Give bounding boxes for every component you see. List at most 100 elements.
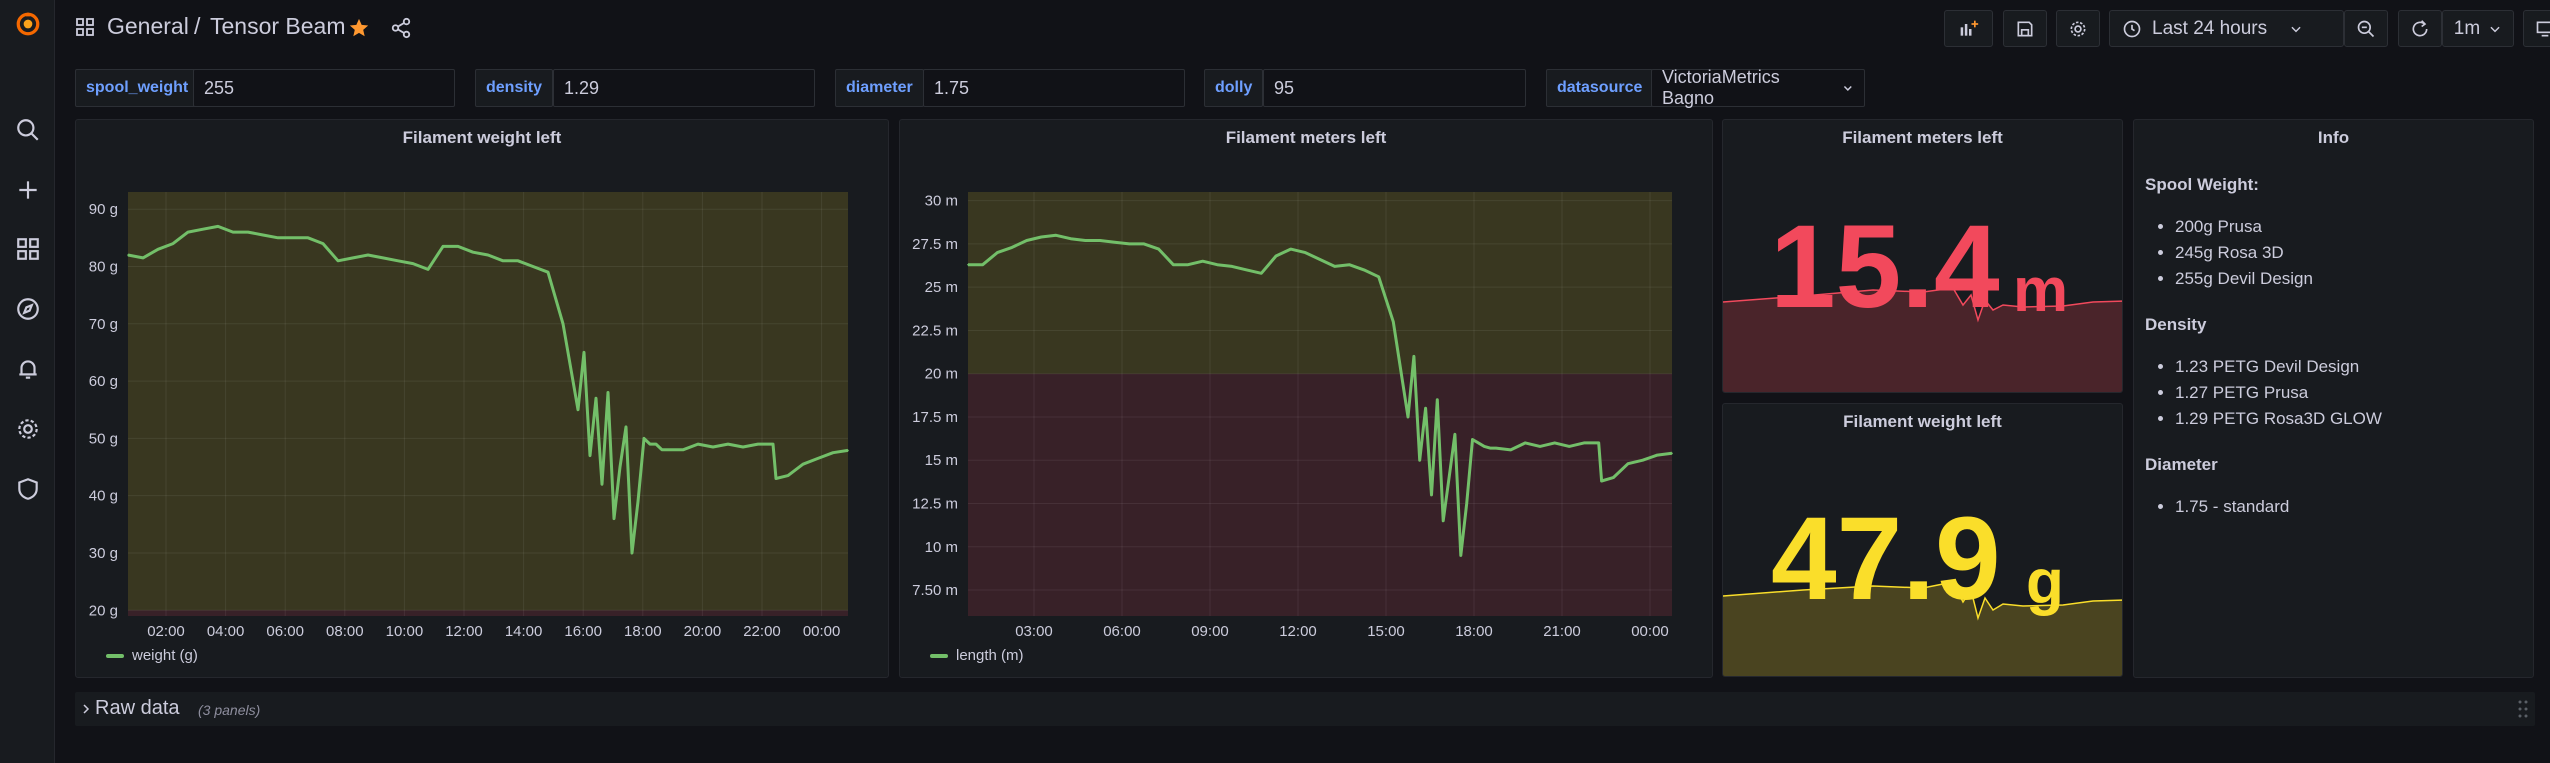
legend-item[interactable]: weight (g) <box>106 647 198 664</box>
data-point <box>1025 239 1028 242</box>
y-tick-label: 25 m <box>925 279 958 296</box>
settings-gear-icon[interactable] <box>0 409 55 449</box>
data-point <box>1612 476 1615 479</box>
breadcrumb-folder[interactable]: General <box>107 13 189 40</box>
data-point <box>1377 276 1380 278</box>
data-point <box>589 454 591 457</box>
clock-icon <box>2123 20 2141 37</box>
save-dashboard-button[interactable] <box>2003 10 2047 47</box>
breadcrumb-dashboard-title[interactable]: Tensor Beam <box>210 13 346 40</box>
data-point <box>1363 269 1365 271</box>
y-tick-label: 7.50 m <box>912 582 958 599</box>
x-tick-label: 12:00 <box>1279 623 1317 640</box>
refresh-interval-picker[interactable]: 1m <box>2442 10 2514 47</box>
data-point <box>1465 502 1468 505</box>
x-tick-label: 14:00 <box>505 623 543 640</box>
data-point <box>1436 398 1439 401</box>
time-range-label: Last 24 hours <box>2152 17 2268 39</box>
var-input-dolly[interactable]: 95 <box>1263 69 1526 107</box>
data-point <box>1392 320 1395 323</box>
panel-meters-timeseries[interactable]: Filament meters left 7.50 m 10 m 12.5 m 15 … <box>899 119 1713 678</box>
data-point <box>655 443 657 445</box>
search-icon[interactable] <box>0 110 55 150</box>
chevron-down-icon <box>1844 86 1853 91</box>
shield-icon[interactable] <box>0 469 55 509</box>
info-list-item: 1.75 - standard <box>2175 494 2382 520</box>
y-tick-label: 30 g <box>89 545 118 562</box>
data-point <box>1040 236 1043 238</box>
panel-weight-timeseries[interactable]: Filament weight left 20 g 30 g 40 g 50 g 60 … <box>75 119 889 678</box>
panel-meters-stat[interactable]: Filament meters left 15.4 m <box>1722 119 2123 393</box>
data-point <box>262 234 264 236</box>
row-subtitle: (3 panels) <box>198 702 261 718</box>
alerting-bell-icon[interactable] <box>0 349 55 389</box>
var-input-spool-weight[interactable]: 255 <box>193 69 455 107</box>
data-point <box>1084 239 1087 242</box>
time-range-picker[interactable]: Last 24 hours <box>2109 10 2344 47</box>
y-tick-label: 20 g <box>89 602 118 619</box>
view-mode-button[interactable] <box>2523 10 2550 47</box>
var-input-diameter[interactable]: 1.75 <box>923 69 1185 107</box>
data-point <box>1304 251 1307 254</box>
x-tick-label: 20:00 <box>684 623 722 640</box>
data-point <box>307 237 309 239</box>
chevron-down-icon <box>2291 26 2301 32</box>
panel-info[interactable]: Info Spool Weight: 200g Prusa 245g Rosa … <box>2133 119 2534 678</box>
data-point <box>1216 263 1219 266</box>
share-icon[interactable] <box>390 17 412 44</box>
data-point <box>1641 459 1644 462</box>
x-tick-label: 10:00 <box>386 623 424 640</box>
data-point <box>601 483 603 486</box>
var-label-spool-weight: spool_weight <box>75 69 200 107</box>
data-point <box>1627 462 1629 465</box>
x-tick-label: 21:00 <box>1543 623 1581 640</box>
panel-weight-stat[interactable]: Filament weight left 47.9 g <box>1722 403 2123 677</box>
data-point <box>1413 355 1415 358</box>
x-tick-label: 00:00 <box>803 623 841 640</box>
legend-item[interactable]: length (m) <box>930 647 1024 664</box>
refresh-button[interactable] <box>2398 10 2442 47</box>
data-point <box>712 446 714 448</box>
legend-label: length (m) <box>956 647 1024 664</box>
threshold-band <box>128 610 848 616</box>
grafana-logo-icon[interactable] <box>0 4 55 44</box>
x-tick-label: 06:00 <box>266 623 304 640</box>
data-point <box>727 443 729 445</box>
var-select-datasource[interactable]: VictoriaMetrics Bagno <box>1651 67 1865 108</box>
data-point <box>772 443 774 445</box>
sidebar <box>0 0 55 763</box>
data-point <box>1477 442 1480 444</box>
data-point <box>1128 243 1131 245</box>
data-point <box>412 262 414 265</box>
zoom-out-button[interactable] <box>2344 10 2388 47</box>
data-point <box>202 228 204 231</box>
favorite-star-icon[interactable] <box>348 17 370 44</box>
dashboard-settings-button[interactable] <box>2056 10 2100 47</box>
drag-handle-icon[interactable] <box>2517 698 2529 720</box>
refresh-interval-label: 1m <box>2453 17 2481 39</box>
row-raw-data[interactable]: Raw data (3 panels) <box>75 692 2535 726</box>
data-point <box>1539 445 1541 448</box>
data-point <box>1454 433 1456 436</box>
weight-chart-svg: 20 g 30 g 40 g 50 g 60 g 70 g 80 g 90 g 02:00 04:… <box>89 192 849 640</box>
data-point <box>697 443 699 445</box>
y-tick-label: 17.5 m <box>912 409 958 426</box>
var-input-density[interactable]: 1.29 <box>553 69 815 107</box>
add-panel-button[interactable] <box>1944 10 1993 47</box>
data-point <box>832 451 834 454</box>
data-point <box>631 552 633 554</box>
chevron-right-icon <box>83 704 90 714</box>
data-point <box>367 254 369 256</box>
data-point <box>292 237 294 239</box>
data-point <box>1260 272 1263 275</box>
y-tick-label: 30 m <box>925 193 958 210</box>
dashboards-icon[interactable] <box>0 229 55 269</box>
stat-unit: g <box>2026 548 2064 617</box>
data-point <box>1113 241 1116 243</box>
data-point <box>1597 442 1600 444</box>
plus-icon[interactable] <box>0 170 55 210</box>
y-tick-label: 10 m <box>925 539 958 556</box>
data-point <box>667 449 669 451</box>
datasource-value: VictoriaMetrics Bagno <box>1662 67 1780 108</box>
explore-compass-icon[interactable] <box>0 289 55 329</box>
